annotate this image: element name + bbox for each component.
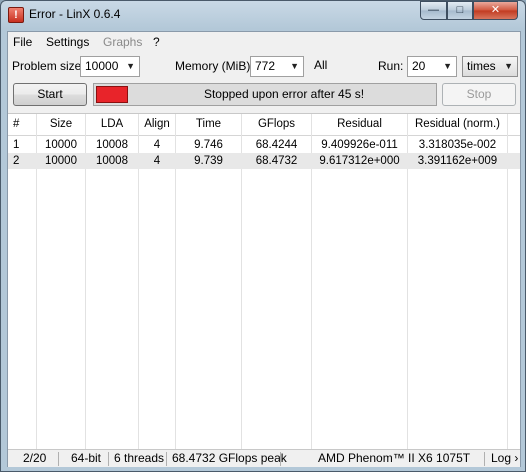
run-unit-value: times bbox=[467, 59, 496, 73]
cell-gflops: 68.4244 bbox=[255, 139, 298, 151]
problem-size-label: Problem size: bbox=[12, 59, 85, 73]
menu-graphs[interactable]: Graphs bbox=[103, 35, 142, 49]
table-row[interactable]: 2 10000 10008 4 9.739 68.4732 9.617312e+… bbox=[8, 153, 520, 169]
status-bar: 2/20 64-bit 6 threads 68.4732 GFlops pea… bbox=[8, 449, 520, 467]
menu-bar: File Settings Graphs ? bbox=[8, 32, 520, 52]
menu-settings[interactable]: Settings bbox=[46, 35, 89, 49]
cell-lda: 10008 bbox=[96, 155, 128, 167]
cell-size: 10000 bbox=[45, 155, 77, 167]
cell-index: 2 bbox=[13, 155, 20, 167]
menu-help[interactable]: ? bbox=[153, 35, 160, 49]
thread-count: 6 threads bbox=[114, 451, 165, 465]
run-label: Run: bbox=[378, 59, 404, 73]
chevron-down-icon: ▼ bbox=[290, 61, 299, 71]
cell-time: 9.746 bbox=[194, 139, 223, 151]
column-header-time[interactable]: Time bbox=[176, 114, 241, 135]
cell-time: 9.739 bbox=[194, 155, 223, 167]
problem-size-value: 10000 bbox=[85, 59, 119, 73]
stop-button[interactable]: Stop bbox=[442, 83, 516, 106]
maximize-button[interactable]: □ bbox=[447, 1, 473, 20]
chevron-down-icon: ▼ bbox=[504, 61, 513, 71]
client-area: File Settings Graphs ? Problem size: 100… bbox=[7, 31, 521, 467]
cpu-name: AMD Phenom™ II X6 1075T bbox=[318, 451, 471, 465]
run-count-value: 20 bbox=[412, 59, 426, 73]
memory-value: 772 bbox=[255, 59, 276, 73]
column-header-index[interactable]: # bbox=[8, 114, 36, 135]
column-header-gflops[interactable]: GFlops bbox=[242, 114, 311, 135]
column-header-lda[interactable]: LDA bbox=[86, 114, 138, 135]
memory-combo[interactable]: 772 ▼ bbox=[250, 56, 304, 77]
all-memory-link[interactable]: All bbox=[314, 58, 327, 72]
cell-residual-norm: 3.318035e-002 bbox=[418, 139, 497, 151]
app-window: ! Error - LinX 0.6.4 — □ ✕ File Settings… bbox=[0, 0, 526, 472]
cell-gflops: 68.4732 bbox=[255, 155, 298, 167]
chevron-down-icon: ▼ bbox=[443, 61, 452, 71]
table-row[interactable]: 1 10000 10008 4 9.746 68.4244 9.409926e-… bbox=[8, 137, 520, 153]
cell-residual: 9.409926e-011 bbox=[321, 139, 398, 151]
close-button[interactable]: ✕ bbox=[473, 1, 518, 20]
cell-align: 4 bbox=[153, 155, 161, 167]
run-progress: 2/20 bbox=[23, 451, 47, 465]
bitness: 64-bit bbox=[71, 451, 102, 465]
start-button[interactable]: Start bbox=[13, 83, 87, 106]
error-indicator-swatch bbox=[96, 86, 128, 103]
window-title: Error - LinX 0.6.4 bbox=[29, 7, 121, 21]
cell-residual-norm: 3.391162e+009 bbox=[417, 155, 498, 167]
problem-size-combo[interactable]: 10000 ▼ bbox=[80, 56, 140, 77]
results-table[interactable]: # Size LDA Align Time GFlops Residual Re… bbox=[8, 113, 520, 450]
status-message: Stopped upon error after 45 s! bbox=[203, 87, 365, 101]
status-indicator: Stopped upon error after 45 s! bbox=[93, 83, 437, 106]
run-count-combo[interactable]: 20 ▼ bbox=[407, 56, 457, 77]
cell-index: 1 bbox=[13, 139, 20, 151]
cell-residual: 9.617312e+000 bbox=[319, 155, 400, 167]
cell-align: 4 bbox=[153, 139, 161, 151]
menu-file[interactable]: File bbox=[13, 35, 32, 49]
memory-label: Memory (MiB): bbox=[175, 59, 254, 73]
minimize-button[interactable]: — bbox=[420, 1, 447, 20]
cell-size: 10000 bbox=[45, 139, 77, 151]
app-warning-icon[interactable]: ! bbox=[8, 7, 24, 23]
column-header-residual[interactable]: Residual bbox=[312, 114, 407, 135]
column-header-align[interactable]: Align bbox=[139, 114, 175, 135]
column-header-size[interactable]: Size bbox=[37, 114, 85, 135]
column-header-residual-norm[interactable]: Residual (norm.) bbox=[408, 114, 507, 135]
cell-lda: 10008 bbox=[96, 139, 128, 151]
log-toggle[interactable]: Log › bbox=[491, 450, 518, 468]
title-bar[interactable]: ! Error - LinX 0.6.4 — □ ✕ bbox=[1, 1, 525, 29]
peak-gflops: 68.4732 GFlops peak bbox=[172, 451, 287, 465]
chevron-down-icon: ▼ bbox=[126, 61, 135, 71]
run-unit-combo[interactable]: times ▼ bbox=[462, 56, 518, 77]
